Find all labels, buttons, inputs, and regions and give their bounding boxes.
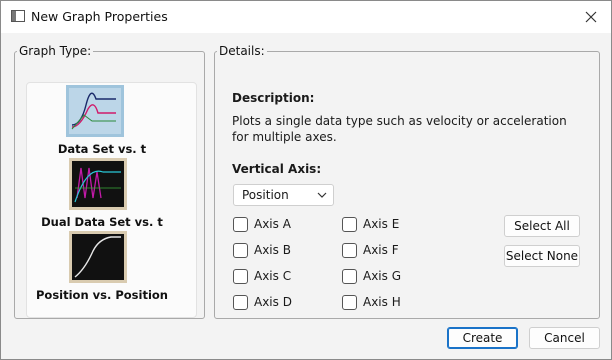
checkbox-box[interactable] (233, 242, 248, 258)
axis-g-checkbox[interactable]: Axis G (342, 267, 401, 285)
vertical-axis-value: Position (242, 188, 289, 202)
checkbox-box[interactable] (233, 216, 248, 232)
graph-type-legend: Graph Type: (19, 44, 92, 58)
cancel-button[interactable]: Cancel (529, 327, 600, 349)
graph-type-item-position-vs-position[interactable]: Position vs. Position (27, 231, 168, 303)
title-bar: New Graph Properties (1, 1, 611, 33)
axis-d-checkbox[interactable]: Axis D (233, 293, 292, 311)
checkbox-label: Axis D (254, 295, 292, 309)
checkbox-box[interactable] (342, 216, 357, 232)
checkbox-label: Axis F (363, 243, 399, 257)
graph-type-list: Data Set vs. t Dual Data Set vs. t Posit… (26, 82, 197, 318)
window-title: New Graph Properties (31, 9, 168, 24)
graph-type-group: Graph Type: Data Set vs. t Dual Data Set… (14, 45, 205, 319)
chevron-down-icon (317, 192, 327, 198)
checkbox-label: Axis G (363, 269, 402, 283)
description-text: Plots a single data type such as velocit… (232, 114, 567, 144)
axis-e-checkbox[interactable]: Axis E (342, 215, 399, 233)
details-group: Details: Description: Plots a single dat… (214, 45, 600, 319)
graph-type-item-dual-data-set-vs-t[interactable]: Dual Data Set vs. t (27, 158, 167, 230)
axis-a-checkbox[interactable]: Axis A (233, 215, 291, 233)
graph-type-label: Data Set vs. t (57, 142, 147, 156)
select-none-button[interactable]: Select None (504, 245, 580, 267)
data-set-vs-t-thumbnail (66, 85, 124, 137)
graph-type-item-data-set-vs-t[interactable]: Data Set vs. t (27, 85, 167, 157)
axis-b-checkbox[interactable]: Axis B (233, 241, 291, 259)
app-window-icon (11, 10, 25, 22)
checkbox-label: Axis E (363, 217, 400, 231)
graph-type-label: Position vs. Position (35, 288, 168, 302)
checkbox-box[interactable] (342, 294, 357, 310)
checkbox-box[interactable] (233, 268, 248, 284)
close-button[interactable] (571, 1, 611, 33)
axis-f-checkbox[interactable]: Axis F (342, 241, 399, 259)
vertical-axis-heading: Vertical Axis: (232, 162, 322, 176)
details-legend: Details: (219, 44, 265, 58)
close-icon (585, 11, 597, 23)
checkbox-label: Axis H (363, 295, 401, 309)
checkbox-label: Axis A (254, 217, 291, 231)
description-heading: Description: (232, 91, 315, 105)
dialog-window: New Graph Properties Graph Type: Data Se… (0, 0, 612, 360)
create-button[interactable]: Create (447, 327, 518, 349)
graph-type-label: Dual Data Set vs. t (41, 215, 163, 229)
axis-c-checkbox[interactable]: Axis C (233, 267, 291, 285)
checkbox-label: Axis C (254, 269, 292, 283)
axis-h-checkbox[interactable]: Axis H (342, 293, 401, 311)
select-all-button[interactable]: Select All (504, 215, 580, 237)
checkbox-box[interactable] (342, 268, 357, 284)
checkbox-box[interactable] (342, 242, 357, 258)
dual-data-set-vs-t-thumbnail (69, 158, 127, 210)
checkbox-box[interactable] (233, 294, 248, 310)
position-vs-position-thumbnail (69, 231, 127, 283)
vertical-axis-select[interactable]: Position (233, 184, 334, 206)
checkbox-label: Axis B (254, 243, 291, 257)
